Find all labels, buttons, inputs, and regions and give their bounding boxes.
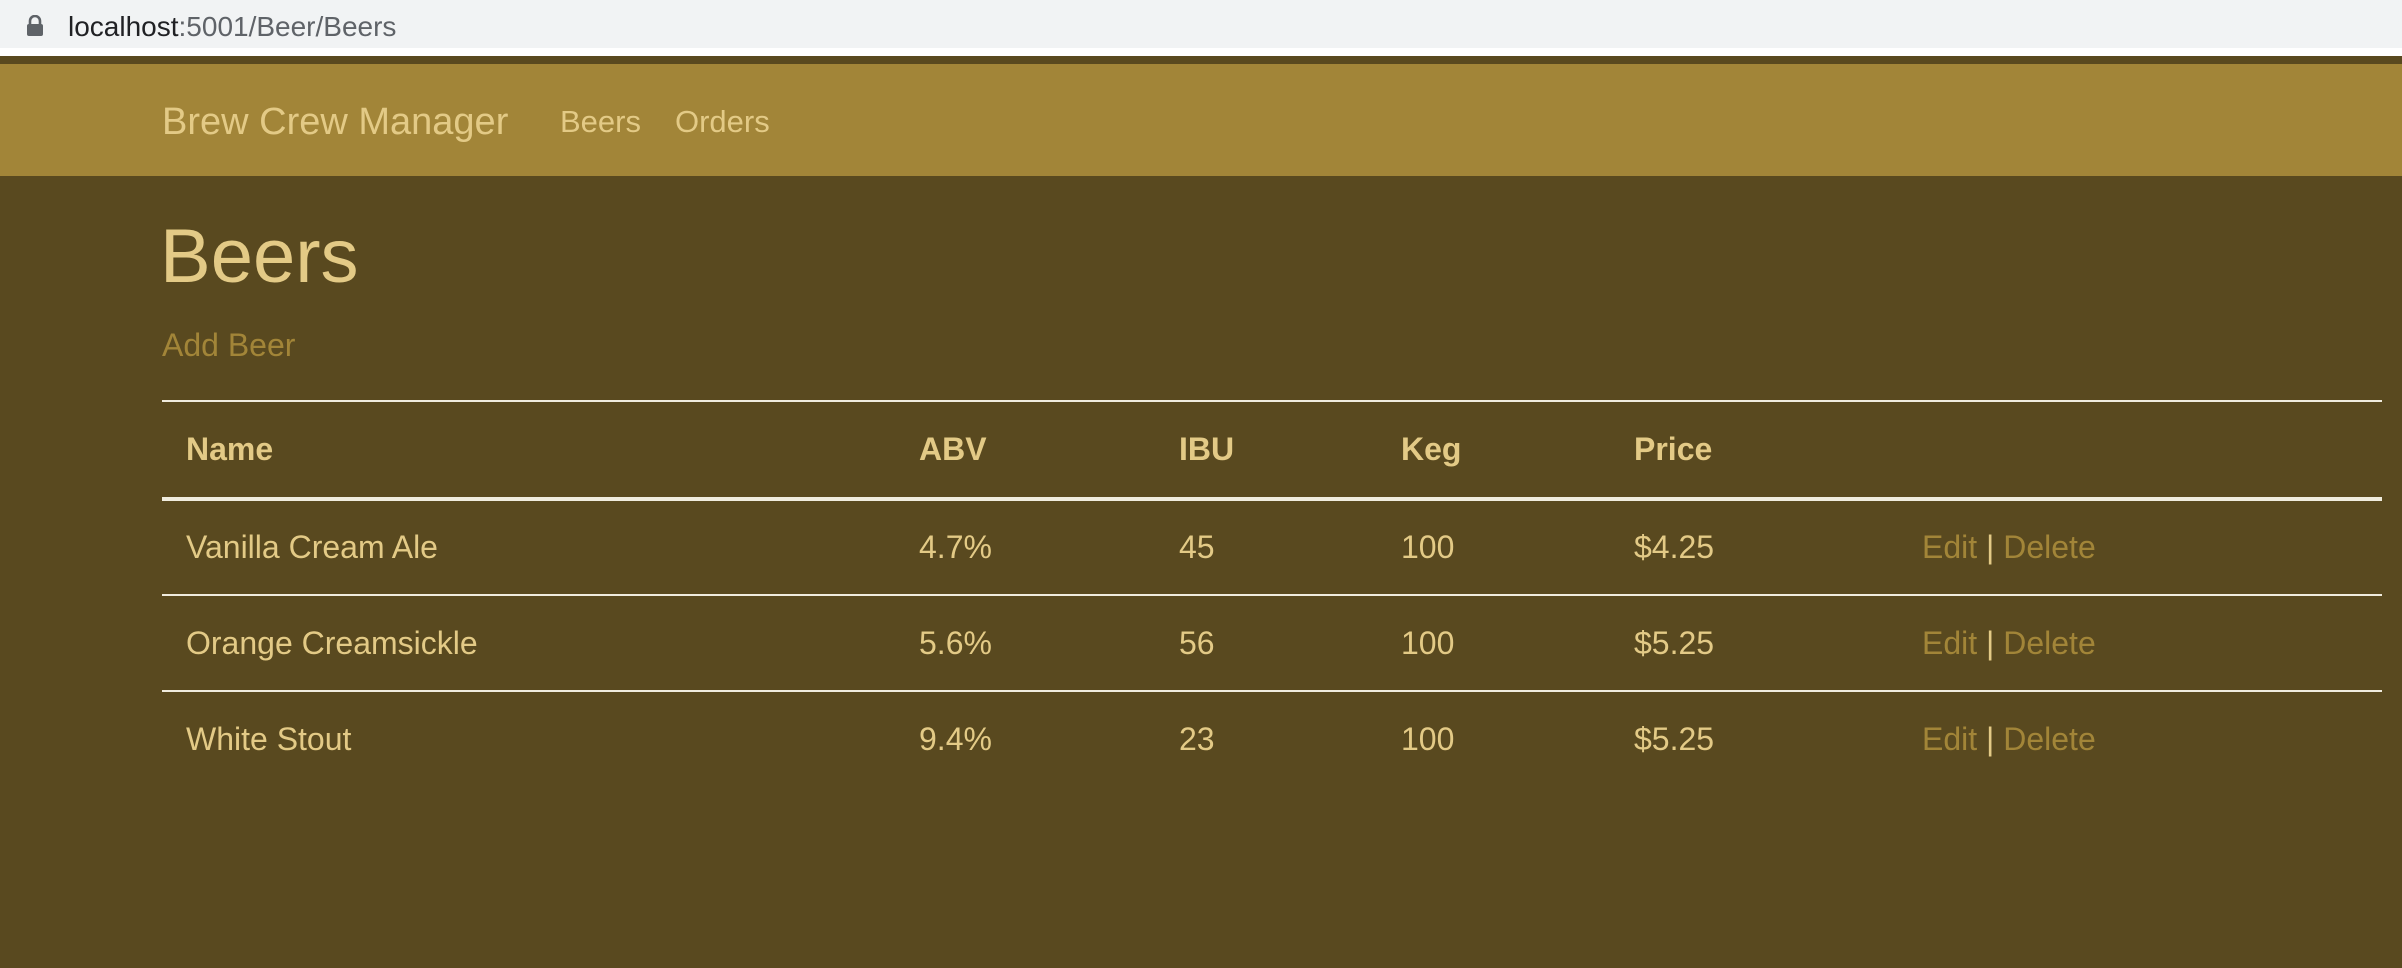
edit-link[interactable]: Edit <box>1922 625 1977 661</box>
cell-ibu: 23 <box>1179 721 1215 757</box>
delete-link[interactable]: Delete <box>2003 529 2096 565</box>
add-beer-link[interactable]: Add Beer <box>162 326 295 364</box>
cell-actions: Edit | Delete <box>1898 499 2382 595</box>
delete-link[interactable]: Delete <box>2003 721 2096 757</box>
cell-price: $5.25 <box>1634 721 1715 757</box>
cell-actions: Edit | Delete <box>1898 595 2382 691</box>
browser-address-bar[interactable]: localhost:5001/Beer/Beers <box>0 0 2402 56</box>
header-ibu: IBU <box>1179 431 1235 467</box>
table-row: White Stout 9.4% 23 100 $5.25 Edit | Del… <box>162 691 2382 787</box>
url-text[interactable]: localhost:5001/Beer/Beers <box>68 10 396 44</box>
cell-keg: 100 <box>1401 624 1455 661</box>
url-path: :5001/Beer/Beers <box>178 11 397 42</box>
table-row: Orange Creamsickle 5.6% 56 100 $5.25 Edi… <box>162 595 2382 691</box>
navbar: Brew Crew Manager Beers Orders <box>0 64 2402 176</box>
header-price: Price <box>1634 431 1713 467</box>
delete-link[interactable]: Delete <box>2003 625 2096 661</box>
table-row: Vanilla Cream Ale 4.7% 45 100 $4.25 Edit… <box>162 499 2382 595</box>
cell-abv: 4.7% <box>919 529 992 565</box>
cell-ibu: 56 <box>1179 624 1215 661</box>
cell-keg: 100 <box>1401 529 1455 565</box>
cell-actions: Edit | Delete <box>1898 691 2382 787</box>
table-header-row: Name ABV IBU Keg Price <box>162 401 2382 499</box>
action-separator: | <box>1986 529 1995 565</box>
header-abv: ABV <box>919 431 987 467</box>
page-title: Beers <box>160 214 359 299</box>
cell-price: $5.25 <box>1634 624 1715 661</box>
cell-ibu: 45 <box>1179 529 1215 565</box>
cell-name: White Stout <box>186 721 352 757</box>
cell-keg: 100 <box>1401 721 1455 757</box>
url-host: localhost <box>68 11 179 42</box>
lock-icon <box>27 15 43 36</box>
cell-price: $4.25 <box>1634 529 1715 565</box>
cell-abv: 5.6% <box>919 624 992 661</box>
header-actions <box>1898 401 2382 499</box>
action-separator: | <box>1986 624 1995 661</box>
header-keg: Keg <box>1401 431 1462 467</box>
action-separator: | <box>1986 721 1995 757</box>
edit-link[interactable]: Edit <box>1922 529 1977 565</box>
cell-name: Vanilla Cream Ale <box>186 529 438 565</box>
cell-name: Orange Creamsickle <box>186 624 478 661</box>
nav-link-orders[interactable]: Orders <box>675 104 770 140</box>
brand-link[interactable]: Brew Crew Manager <box>162 100 508 144</box>
cell-abv: 9.4% <box>919 721 992 757</box>
header-name: Name <box>186 431 274 467</box>
edit-link[interactable]: Edit <box>1922 721 1977 757</box>
beers-table: Name ABV IBU Keg Price Vanilla Cream Ale… <box>162 400 2382 787</box>
nav-link-beers[interactable]: Beers <box>560 104 641 140</box>
